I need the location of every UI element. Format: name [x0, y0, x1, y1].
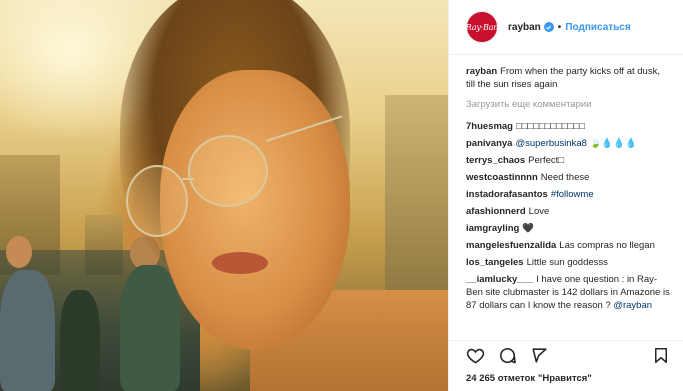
comment-row: terrys_chaos Perfect□: [466, 154, 671, 167]
comment-username[interactable]: __iamlucky___: [466, 274, 533, 285]
comment-row: instadorafasantos #followme: [466, 188, 671, 201]
comment-text: Little sun goddesss: [526, 257, 608, 268]
glasses-lens-right: [188, 135, 268, 207]
crowd-person-head: [6, 236, 32, 268]
comment-text: Love: [528, 206, 550, 217]
crowd-person: [60, 290, 100, 391]
caption: rayban From when the party kicks off at d…: [466, 65, 671, 91]
comment-row: panivanya @superbusinka8 🍃💧💧💧: [466, 137, 671, 150]
separator-dot: •: [557, 21, 562, 33]
share-icon[interactable]: [530, 346, 550, 366]
username-link[interactable]: rayban: [508, 22, 541, 33]
post-sidebar: Ray·Ban rayban • Подписаться rayban From …: [448, 0, 683, 391]
glasses-lens-left: [126, 165, 188, 237]
caption-username[interactable]: rayban: [466, 66, 497, 77]
comment-username[interactable]: 7huesmag: [466, 121, 513, 132]
comment-username[interactable]: terrys_chaos: [466, 155, 525, 166]
comment-icon[interactable]: [498, 346, 518, 366]
post-header: Ray·Ban rayban • Подписаться: [449, 0, 683, 55]
post-photo[interactable]: [0, 0, 448, 391]
comment-row: 7huesmag □□□□□□□□□□□□: [466, 120, 671, 133]
likes-count[interactable]: 24 265 отметок "Нравится": [466, 373, 592, 384]
comment-username[interactable]: los_tangeles: [466, 257, 524, 268]
comment-mention-link[interactable]: @superbusinka8: [515, 138, 586, 149]
comment-username[interactable]: panivanya: [466, 138, 512, 149]
comment-mention-link[interactable]: @rayban: [613, 300, 652, 311]
comment-username[interactable]: iamgrayling: [466, 223, 519, 234]
comment-text: 🖤: [522, 223, 535, 234]
background-building: [385, 95, 448, 295]
crowd-person: [120, 265, 180, 391]
comment-username[interactable]: afashionnerd: [466, 206, 526, 217]
heart-icon[interactable]: [466, 346, 486, 366]
comment-username[interactable]: westcoastinnnn: [466, 172, 538, 183]
comment-row: iamgrayling 🖤: [466, 222, 671, 235]
comment-username[interactable]: mangelesfuenzalida: [466, 240, 556, 251]
comment-text: Perfect□: [528, 155, 564, 166]
comment-text: □□□□□□□□□□□□: [516, 121, 585, 132]
crowd-person: [0, 270, 55, 391]
comment-row: mangelesfuenzalida Las compras no llegan: [466, 239, 671, 252]
glasses-bridge: [182, 178, 194, 180]
avatar[interactable]: Ray·Ban: [466, 11, 498, 43]
comments-list: rayban From when the party kicks off at d…: [449, 55, 683, 340]
model-face: [160, 70, 350, 350]
comment-text: Need these: [540, 172, 590, 183]
comment-row: westcoastinnnn Need these: [466, 171, 671, 184]
comment-username[interactable]: instadorafasantos: [466, 189, 548, 200]
verified-badge-icon: [543, 22, 554, 32]
load-more-comments-button[interactable]: Загрузить еще комментарии: [466, 99, 671, 110]
comment-text: Las compras no llegan: [559, 240, 655, 251]
comment-row: __iamlucky___ I have one question : in Ra…: [466, 273, 671, 312]
comment-row: los_tangeles Little sun goddesss: [466, 256, 671, 269]
avatar-logo-text: Ray·Ban: [465, 22, 499, 32]
comment-row: afashionnerd Love: [466, 205, 671, 218]
comment-mention-link[interactable]: #followme: [551, 189, 594, 200]
model-lips: [212, 252, 268, 274]
bookmark-icon[interactable]: [652, 346, 672, 366]
action-bar: [449, 340, 683, 370]
comment-text: 🍃💧💧💧: [589, 138, 637, 149]
follow-button[interactable]: Подписаться: [565, 22, 630, 33]
